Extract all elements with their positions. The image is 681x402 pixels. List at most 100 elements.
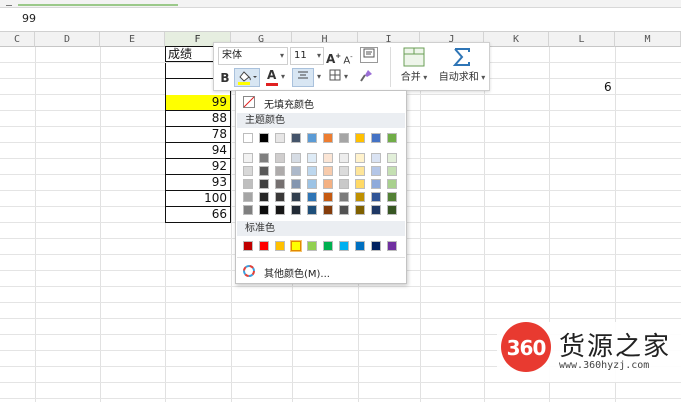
shade-color-swatch[interactable] bbox=[243, 192, 253, 202]
cell-value[interactable]: 94 bbox=[165, 143, 231, 159]
shade-color-swatch[interactable] bbox=[355, 153, 365, 163]
format-painter-button[interactable] bbox=[360, 47, 378, 63]
cell-value[interactable]: 92 bbox=[165, 159, 231, 175]
shade-color-swatch[interactable] bbox=[355, 179, 365, 189]
standard-color-swatch[interactable] bbox=[243, 241, 253, 251]
shade-color-swatch[interactable] bbox=[387, 166, 397, 176]
grow-font-button[interactable]: A+ bbox=[326, 47, 341, 66]
shade-color-swatch[interactable] bbox=[355, 166, 365, 176]
fill-color-button[interactable] bbox=[234, 68, 260, 87]
shade-color-swatch[interactable] bbox=[387, 205, 397, 215]
shade-color-swatch[interactable] bbox=[355, 205, 365, 215]
shade-color-swatch[interactable] bbox=[307, 192, 317, 202]
theme-color-swatch[interactable] bbox=[291, 133, 301, 143]
theme-color-swatch[interactable] bbox=[259, 133, 269, 143]
theme-color-swatch[interactable] bbox=[339, 133, 349, 143]
no-fill-item[interactable]: 无填充颜色 bbox=[236, 95, 406, 111]
theme-color-swatch[interactable] bbox=[275, 133, 285, 143]
standard-color-swatch[interactable] bbox=[355, 241, 365, 251]
shade-color-swatch[interactable] bbox=[371, 192, 381, 202]
column-header-k[interactable]: K bbox=[484, 32, 549, 47]
shade-color-swatch[interactable] bbox=[339, 192, 349, 202]
shade-color-swatch[interactable] bbox=[339, 205, 349, 215]
font-color-button[interactable]: A ▾ bbox=[264, 68, 288, 86]
standard-color-swatch[interactable] bbox=[275, 241, 285, 251]
formula-bar[interactable]: 99 bbox=[0, 8, 681, 32]
shade-color-swatch[interactable] bbox=[291, 192, 301, 202]
shade-color-swatch[interactable] bbox=[243, 179, 253, 189]
shade-color-swatch[interactable] bbox=[291, 166, 301, 176]
shade-color-swatch[interactable] bbox=[323, 166, 333, 176]
column-header-c[interactable]: C bbox=[0, 32, 35, 47]
shade-color-swatch[interactable] bbox=[307, 205, 317, 215]
shade-color-swatch[interactable] bbox=[275, 192, 285, 202]
selected-cell[interactable]: 99 bbox=[165, 95, 231, 111]
theme-color-swatch[interactable] bbox=[371, 133, 381, 143]
chevron-down-icon[interactable]: ▾ bbox=[315, 68, 323, 86]
font-name-select[interactable]: 宋体 ▾ bbox=[218, 47, 288, 65]
font-size-select[interactable]: 11 ▾ bbox=[290, 47, 324, 65]
shrink-font-button[interactable]: A- bbox=[342, 48, 354, 66]
column-header-m[interactable]: M bbox=[615, 32, 681, 47]
shade-color-swatch[interactable] bbox=[243, 205, 253, 215]
shade-color-swatch[interactable] bbox=[275, 205, 285, 215]
column-header-e[interactable]: E bbox=[100, 32, 165, 47]
shade-color-swatch[interactable] bbox=[323, 179, 333, 189]
shade-color-swatch[interactable] bbox=[371, 179, 381, 189]
shade-color-swatch[interactable] bbox=[259, 179, 269, 189]
shade-color-swatch[interactable] bbox=[243, 166, 253, 176]
standard-color-swatch[interactable] bbox=[371, 241, 381, 251]
border-button[interactable]: ▾ bbox=[323, 68, 348, 86]
shade-color-swatch[interactable] bbox=[259, 192, 269, 202]
shade-color-swatch[interactable] bbox=[243, 153, 253, 163]
cell-value[interactable]: 93 bbox=[165, 175, 231, 191]
align-button[interactable] bbox=[292, 68, 314, 87]
standard-color-swatch[interactable] bbox=[290, 240, 302, 252]
shade-color-swatch[interactable] bbox=[259, 205, 269, 215]
column-header-d[interactable]: D bbox=[35, 32, 100, 47]
shade-color-swatch[interactable] bbox=[275, 153, 285, 163]
theme-color-swatch[interactable] bbox=[387, 133, 397, 143]
bold-button[interactable]: B bbox=[218, 69, 232, 87]
shade-color-swatch[interactable] bbox=[291, 153, 301, 163]
more-colors-item[interactable]: 其他颜色(M)... bbox=[236, 264, 406, 280]
autosum-button[interactable]: 自动求和 ▾ bbox=[436, 46, 488, 83]
shade-color-swatch[interactable] bbox=[339, 153, 349, 163]
cell-value[interactable]: 100 bbox=[165, 191, 231, 207]
shade-color-swatch[interactable] bbox=[387, 179, 397, 189]
cell-value-l[interactable]: 6 bbox=[604, 80, 612, 94]
shade-color-swatch[interactable] bbox=[323, 192, 333, 202]
cell-value[interactable]: 66 bbox=[165, 207, 231, 223]
shade-color-swatch[interactable] bbox=[371, 166, 381, 176]
column-header-l[interactable]: L bbox=[549, 32, 615, 47]
shade-color-swatch[interactable] bbox=[291, 179, 301, 189]
format-brush-button[interactable] bbox=[357, 68, 375, 86]
shade-color-swatch[interactable] bbox=[259, 153, 269, 163]
standard-color-swatch[interactable] bbox=[339, 241, 349, 251]
shade-color-swatch[interactable] bbox=[371, 153, 381, 163]
shade-color-swatch[interactable] bbox=[275, 179, 285, 189]
shade-color-swatch[interactable] bbox=[275, 166, 285, 176]
shade-color-swatch[interactable] bbox=[371, 205, 381, 215]
shade-color-swatch[interactable] bbox=[307, 179, 317, 189]
cell-value[interactable]: 88 bbox=[165, 111, 231, 127]
standard-color-swatch[interactable] bbox=[259, 241, 269, 251]
standard-color-swatch[interactable] bbox=[307, 241, 317, 251]
theme-color-swatch[interactable] bbox=[323, 133, 333, 143]
formula-value[interactable]: 99 bbox=[22, 12, 36, 25]
shade-color-swatch[interactable] bbox=[323, 205, 333, 215]
merge-button[interactable]: 合并 ▾ bbox=[394, 46, 434, 83]
shade-color-swatch[interactable] bbox=[355, 192, 365, 202]
theme-color-swatch[interactable] bbox=[243, 133, 253, 143]
shade-color-swatch[interactable] bbox=[307, 166, 317, 176]
standard-color-swatch[interactable] bbox=[323, 241, 333, 251]
shade-color-swatch[interactable] bbox=[387, 192, 397, 202]
shade-color-swatch[interactable] bbox=[307, 153, 317, 163]
theme-color-swatch[interactable] bbox=[307, 133, 317, 143]
shade-color-swatch[interactable] bbox=[339, 166, 349, 176]
shade-color-swatch[interactable] bbox=[387, 153, 397, 163]
standard-color-swatch[interactable] bbox=[387, 241, 397, 251]
theme-color-swatch[interactable] bbox=[355, 133, 365, 143]
shade-color-swatch[interactable] bbox=[259, 166, 269, 176]
shade-color-swatch[interactable] bbox=[291, 205, 301, 215]
